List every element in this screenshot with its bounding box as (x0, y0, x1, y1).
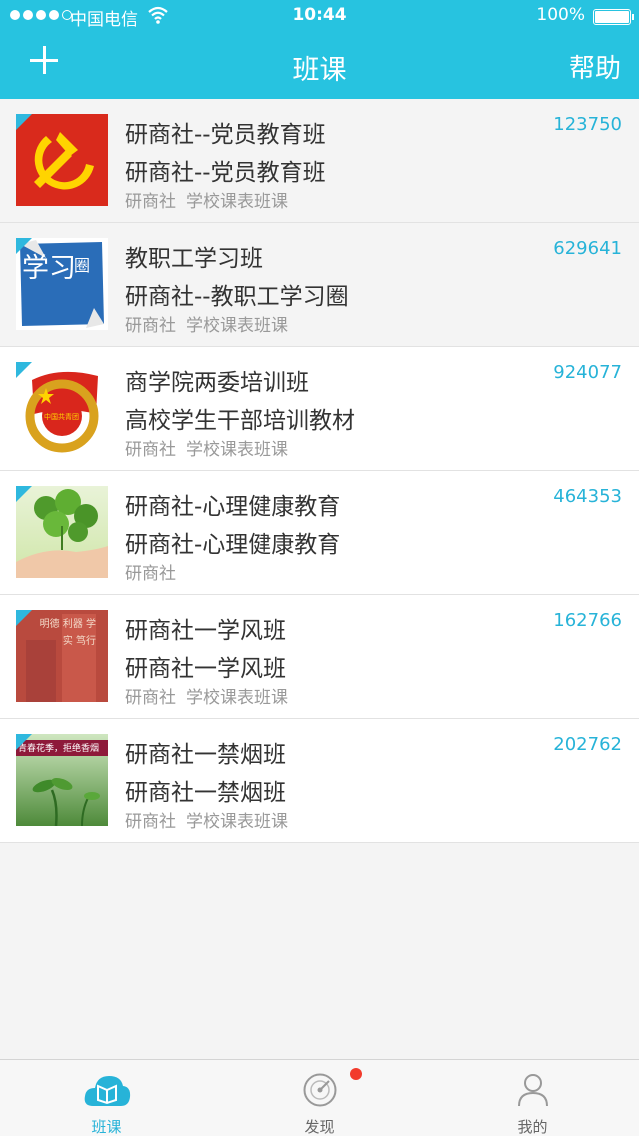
study-big-text: 学习 (22, 253, 76, 284)
course-name: 研商社一学风班 (125, 618, 286, 644)
course-name: 研商社一禁烟班 (125, 742, 286, 768)
course-meta: 研商社 学校课表班课 (125, 807, 288, 832)
status-bar: 中国电信 10:44 100% (0, 0, 639, 34)
course-row[interactable]: 明德 利器 学实 笃行 研商社一学风班 研商社一学风班 研商社 学校课表班课 16… (0, 595, 639, 719)
party-emblem-thumbnail (16, 114, 108, 206)
course-subtitle: 研商社一学风班 (125, 656, 286, 682)
course-org: 研商社 (125, 192, 176, 212)
course-org: 研商社 (125, 812, 176, 832)
course-row[interactable]: 研商社--党员教育班 研商社--党员教育班 研商社 学校课表班课 123750 (0, 99, 639, 223)
course-list: 研商社--党员教育班 研商社--党员教育班 研商社 学校课表班课 123750 学… (0, 99, 639, 843)
course-row[interactable]: 中国共青团 商学院两委培训班 高校学生干部培训教材 研商社 学校课表班课 9240… (0, 347, 639, 471)
sprout-thumbnail: 青春花季，拒绝香烟 (16, 734, 108, 826)
tab-discover[interactable]: 发现 (213, 1060, 426, 1136)
study-small-text: 圈 (74, 256, 91, 275)
course-code: 162766 (553, 610, 622, 631)
tab-bar: 班课 发现 我的 (0, 1059, 639, 1136)
notification-badge (350, 1068, 362, 1080)
course-subtitle: 高校学生干部培训教材 (125, 408, 355, 434)
tab-label: 我的 (517, 1118, 548, 1136)
course-row[interactable]: 研商社-心理健康教育 研商社-心理健康教育 研商社 464353 (0, 471, 639, 595)
course-meta: 研商社 学校课表班课 (125, 187, 288, 212)
course-meta: 研商社 学校课表班课 (125, 435, 288, 460)
course-name: 商学院两委培训班 (125, 370, 309, 396)
course-code: 202762 (553, 734, 622, 755)
course-meta: 研商社 (125, 559, 176, 584)
profile-person-icon (517, 1074, 548, 1107)
course-org: 研商社 (125, 688, 176, 708)
discover-radar-icon (303, 1073, 336, 1107)
study-circle-thumbnail: 学习 圈 (16, 238, 108, 330)
course-name: 研商社--党员教育班 (125, 122, 326, 148)
course-tag: 学校课表班课 (186, 440, 288, 460)
tab-label: 发现 (304, 1118, 335, 1136)
course-subtitle: 研商社一禁烟班 (125, 780, 286, 806)
course-org: 研商社 (125, 564, 176, 584)
course-tag: 学校课表班课 (186, 812, 288, 832)
course-subtitle: 研商社--党员教育班 (125, 160, 326, 186)
nav-header: 中国电信 10:44 100% 班课 帮助 (0, 0, 639, 99)
battery-percent: 100% (536, 5, 585, 25)
page-title: 班课 (292, 55, 347, 86)
tab-mine[interactable]: 我的 (426, 1060, 639, 1136)
course-subtitle: 研商社--教职工学习圈 (125, 284, 349, 310)
course-row[interactable]: 青春花季，拒绝香烟 研商社一禁烟班 研商社一禁烟班 研商社 学校课表班课 2027… (0, 719, 639, 843)
course-tag: 学校课表班课 (186, 192, 288, 212)
help-button[interactable]: 帮助 (569, 48, 621, 85)
battery-icon (593, 9, 634, 25)
course-tag: 学校课表班课 (186, 688, 288, 708)
plant-hand-thumbnail (16, 486, 108, 578)
calligraphy-text: 明德 利器 学实 笃行 (39, 619, 96, 647)
course-meta: 研商社 学校课表班课 (125, 311, 288, 336)
course-code: 629641 (553, 238, 622, 259)
course-subtitle: 研商社-心理健康教育 (125, 532, 341, 558)
course-meta: 研商社 学校课表班课 (125, 683, 288, 708)
league-emblem-text: 中国共青团 (44, 413, 79, 421)
course-name: 教职工学习班 (125, 246, 263, 272)
course-org: 研商社 (125, 440, 176, 460)
youth-league-thumbnail: 中国共青团 (16, 362, 108, 454)
course-code: 464353 (553, 486, 622, 507)
course-org: 研商社 (125, 316, 176, 336)
course-code: 123750 (553, 114, 622, 135)
tab-label: 班课 (91, 1118, 122, 1136)
course-row[interactable]: 学习 圈 教职工学习班 研商社--教职工学习圈 研商社 学校课表班课 629641 (0, 223, 639, 347)
course-tag: 学校课表班课 (186, 316, 288, 336)
course-code: 924077 (553, 362, 622, 383)
tab-class[interactable]: 班课 (0, 1060, 213, 1136)
course-name: 研商社-心理健康教育 (125, 494, 341, 520)
calligraphy-thumbnail: 明德 利器 学实 笃行 (16, 610, 108, 702)
class-book-icon (84, 1076, 130, 1106)
